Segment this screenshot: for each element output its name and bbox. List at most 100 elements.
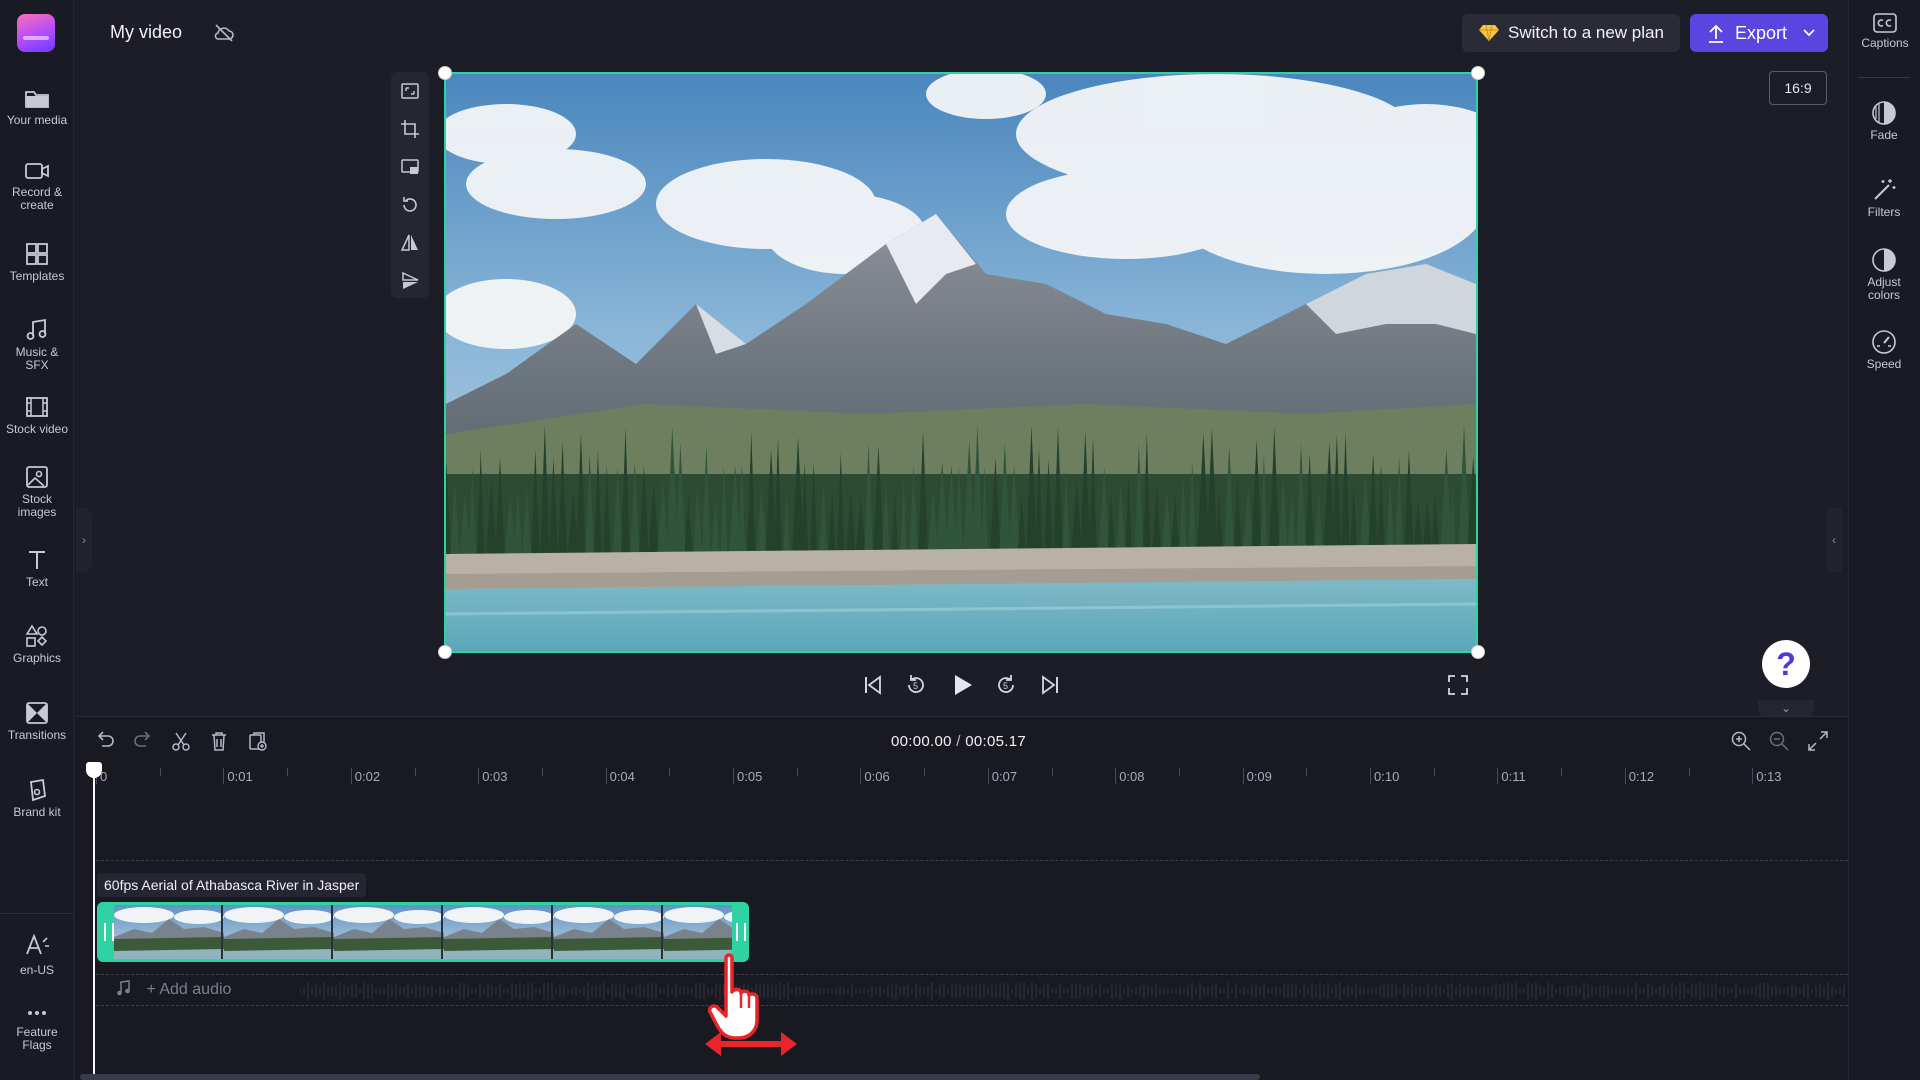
scissors-icon[interactable] xyxy=(170,730,192,752)
nav-transitions[interactable]: Transitions xyxy=(0,701,74,742)
skip-to-start-icon[interactable] xyxy=(860,672,886,698)
resize-handle-bottom-right[interactable] xyxy=(1471,645,1485,659)
delete-icon[interactable] xyxy=(208,730,230,752)
help-button[interactable]: ? xyxy=(1762,640,1810,688)
timeline-scrollbar[interactable] xyxy=(80,1074,1260,1080)
cloud-off-icon[interactable] xyxy=(213,22,235,44)
timeline-ruler[interactable]: 0 0:01 0:02 0:03 0:04 0:05 0:06 0:07 0:08 0:09 0:1… xyxy=(94,764,1848,788)
ruler-major-tick xyxy=(860,768,862,784)
language-icon xyxy=(26,933,49,955)
playhead[interactable] xyxy=(86,762,102,778)
nav-text[interactable]: Text xyxy=(0,548,74,589)
flip-vertical-icon[interactable] xyxy=(400,271,420,291)
time-separator: / xyxy=(956,733,961,750)
ruler-tick-label: 0:08 xyxy=(1119,769,1145,784)
rewind-5s-icon[interactable]: 5 xyxy=(903,672,929,698)
ruler-minor-tick xyxy=(287,768,289,776)
ruler-tick-label: 0:13 xyxy=(1756,769,1782,784)
mountain-landscape-image xyxy=(446,74,1476,651)
resize-handle-top-left[interactable] xyxy=(438,66,452,80)
rotate-icon[interactable] xyxy=(400,195,420,215)
video-preview[interactable] xyxy=(444,72,1478,653)
flip-horizontal-icon[interactable] xyxy=(400,233,420,253)
zoom-out-icon[interactable] xyxy=(1768,730,1790,752)
ruler-minor-tick xyxy=(1433,768,1435,776)
panel-captions[interactable]: Captions xyxy=(1849,12,1920,50)
ruler-tick-label: 0:01 xyxy=(227,769,253,784)
nav-brand-kit[interactable]: Brand kit xyxy=(0,778,74,819)
more-icon xyxy=(28,1011,46,1015)
diamond-icon xyxy=(1479,24,1499,42)
forward-5s-icon[interactable]: 5 xyxy=(993,672,1019,698)
video-clip[interactable] xyxy=(97,902,749,962)
transitions-icon xyxy=(26,702,48,724)
fullscreen-icon[interactable] xyxy=(1447,674,1469,696)
nav-language-label: en-US xyxy=(19,963,54,977)
captions-icon xyxy=(1873,13,1897,33)
nav-feature-flags[interactable]: Feature Flags xyxy=(0,1004,74,1052)
property-panel: Captions xyxy=(1848,0,1920,1080)
ruler-major-tick xyxy=(1624,768,1626,784)
clip-trim-handle-left[interactable] xyxy=(100,905,114,959)
collapse-right-panel-button[interactable]: ‹ xyxy=(1826,508,1842,572)
project-title[interactable]: My video xyxy=(110,22,182,43)
speedometer-icon xyxy=(1872,330,1896,354)
ruler-tick-label: 0:09 xyxy=(1246,769,1272,784)
panel-fade[interactable]: Fade xyxy=(1848,100,1920,142)
ruler-tick-label: 0:11 xyxy=(1501,769,1526,784)
nav-stock-images[interactable]: Stock images xyxy=(0,465,74,519)
chevron-left-icon: ‹ xyxy=(1832,533,1836,547)
ruler-minor-tick xyxy=(1561,768,1563,776)
export-button[interactable]: Export xyxy=(1690,14,1828,52)
clip-trim-handle-right[interactable] xyxy=(732,905,746,959)
ruler-tick-label: 0:06 xyxy=(864,769,890,784)
aspect-ratio-button[interactable]: 16:9 xyxy=(1769,71,1827,105)
contrast-icon xyxy=(1872,248,1896,272)
chevron-right-icon: › xyxy=(82,533,86,547)
panel-filters[interactable]: Filters xyxy=(1848,177,1920,219)
nav-graphics[interactable]: Graphics xyxy=(0,624,74,665)
nav-your-media[interactable]: Your media xyxy=(0,88,74,127)
add-audio-button[interactable]: + Add audio xyxy=(116,980,231,999)
audio-track-bottom-divider xyxy=(96,1005,1848,1006)
clip-thumbnails xyxy=(114,905,734,959)
nav-record-create[interactable]: Record & create xyxy=(0,160,74,212)
collapse-left-panel-button[interactable]: › xyxy=(76,508,92,572)
duplicate-icon[interactable] xyxy=(247,730,269,752)
ruler-major-tick xyxy=(733,768,734,784)
fit-timeline-icon[interactable] xyxy=(1807,730,1829,752)
question-mark-icon: ? xyxy=(1776,646,1796,682)
undo-icon[interactable] xyxy=(94,730,116,752)
play-icon[interactable] xyxy=(948,671,976,699)
clipchamp-logo[interactable] xyxy=(17,14,55,52)
nav-music-sfx[interactable]: Music & SFX xyxy=(0,318,74,372)
nav-text-label: Text xyxy=(25,575,48,589)
ruler-minor-tick xyxy=(796,768,798,776)
templates-icon xyxy=(26,243,48,265)
timecode-display: 00:00.00 / 00:05.17 xyxy=(891,733,1026,750)
nav-transitions-label: Transitions xyxy=(7,728,67,742)
ruler-minor-tick xyxy=(159,768,161,776)
ruler-minor-tick xyxy=(414,768,416,776)
nav-templates[interactable]: Templates xyxy=(0,242,74,283)
panel-adjust-colors[interactable]: Adjust colors xyxy=(1848,247,1920,302)
fit-icon[interactable] xyxy=(400,81,420,101)
nav-record-create-label: Record & create xyxy=(11,185,63,212)
ruler-tick-label: 0:05 xyxy=(737,769,763,784)
resize-handle-bottom-left[interactable] xyxy=(438,645,452,659)
panel-speed[interactable]: Speed xyxy=(1848,329,1920,371)
resize-handle-top-right[interactable] xyxy=(1471,66,1485,80)
nav-stock-video[interactable]: Stock video xyxy=(0,395,74,436)
crop-icon[interactable] xyxy=(400,119,420,139)
picture-in-picture-icon[interactable] xyxy=(400,157,420,177)
nav-language[interactable]: en-US xyxy=(0,932,74,977)
switch-plan-button[interactable]: Switch to a new plan xyxy=(1462,14,1680,52)
nav-your-media-label: Your media xyxy=(6,113,68,127)
brand-kit-icon xyxy=(30,778,46,802)
redo-icon[interactable] xyxy=(132,730,154,752)
skip-to-end-icon[interactable] xyxy=(1037,672,1063,698)
ruler-tick-label: 0:04 xyxy=(609,769,635,784)
nav-divider xyxy=(0,913,74,914)
ruler-minor-tick xyxy=(1688,768,1690,776)
zoom-in-icon[interactable] xyxy=(1730,730,1752,752)
